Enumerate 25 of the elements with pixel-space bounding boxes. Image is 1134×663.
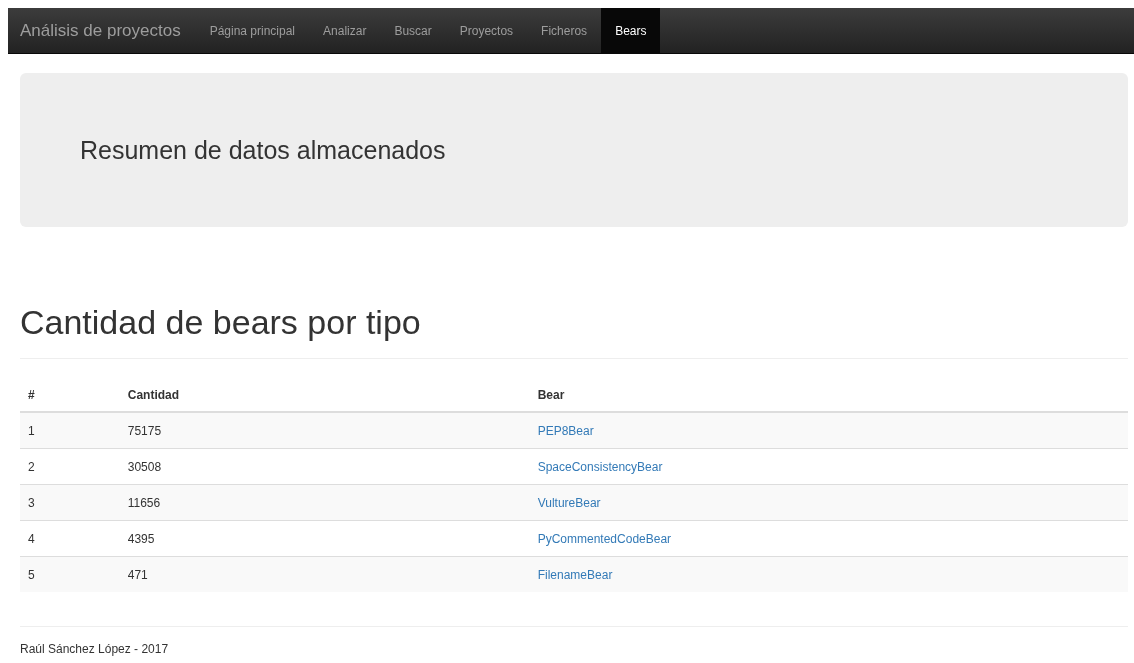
jumbotron-title: Resumen de datos almacenados [80,135,446,165]
nav-link[interactable]: Página principal [195,8,310,53]
table-cell: 11656 [119,484,530,521]
table-cell: 4395 [119,520,530,557]
table-cell: 3 [20,484,120,521]
table-cell: 30508 [119,448,530,485]
bear-link[interactable]: SpaceConsistencyBear [537,459,663,474]
section-heading: Cantidad de bears por tipo [20,303,1128,359]
brand-title[interactable]: Análisis de proyectos [8,8,196,53]
table-cell: 471 [119,556,530,592]
table-cell: 4 [20,520,120,557]
nav-link[interactable]: Analizar [309,8,381,53]
nav-link[interactable]: Proyectos [445,8,528,53]
nav-link[interactable]: Buscar [380,8,446,53]
table-cell: 75175 [119,412,530,449]
nav-link[interactable]: Bears [601,8,661,53]
nav-link[interactable]: Ficheros [527,8,602,53]
bear-link[interactable]: VultureBear [537,495,601,510]
table-cell: 1 [20,412,120,449]
bear-link[interactable]: FilenameBear [537,567,613,582]
table-cell: 5 [20,556,120,592]
footer-text: Raúl Sánchez López - 2017 [20,642,169,656]
table-cell: 2 [20,448,120,485]
bear-link[interactable]: PyCommentedCodeBear [537,531,672,546]
bear-link[interactable]: PEP8Bear [537,423,594,438]
